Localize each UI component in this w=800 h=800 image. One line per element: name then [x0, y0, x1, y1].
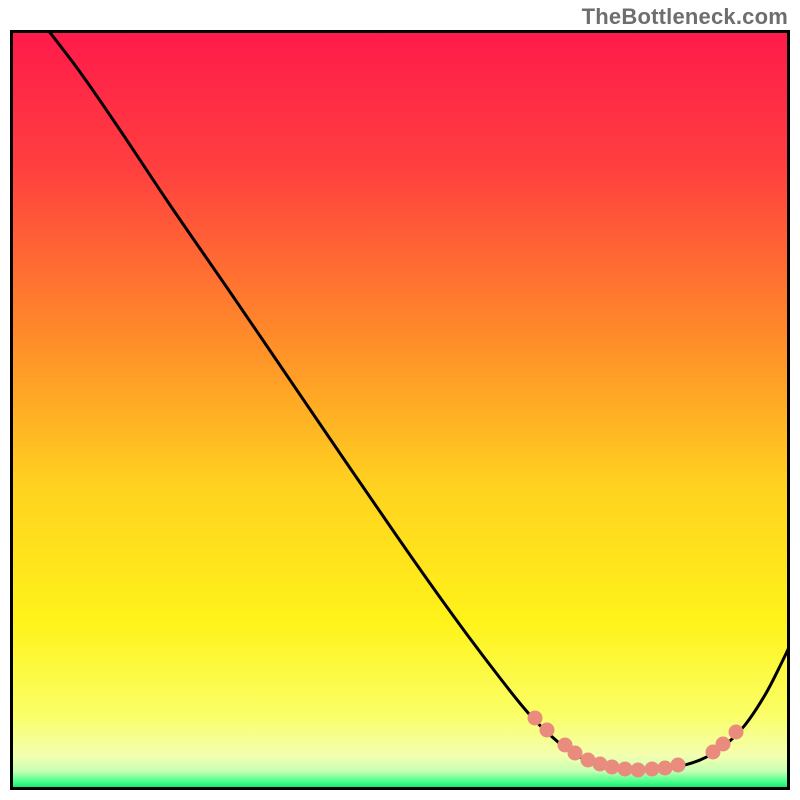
- highlight-dot: [729, 725, 744, 740]
- highlight-dot: [645, 762, 660, 777]
- chart-background: [10, 30, 790, 790]
- chart-frame: [10, 30, 790, 790]
- highlight-dot: [540, 723, 555, 738]
- highlight-dot: [618, 762, 633, 777]
- highlight-dot: [658, 761, 673, 776]
- highlight-dot: [528, 711, 543, 726]
- highlight-dot: [568, 746, 583, 761]
- highlight-dot: [716, 737, 731, 752]
- highlight-dot: [631, 763, 646, 778]
- bottleneck-chart: [10, 30, 790, 790]
- highlight-dot: [671, 758, 686, 773]
- watermark-text: TheBottleneck.com: [582, 4, 788, 30]
- highlight-dot: [605, 760, 620, 775]
